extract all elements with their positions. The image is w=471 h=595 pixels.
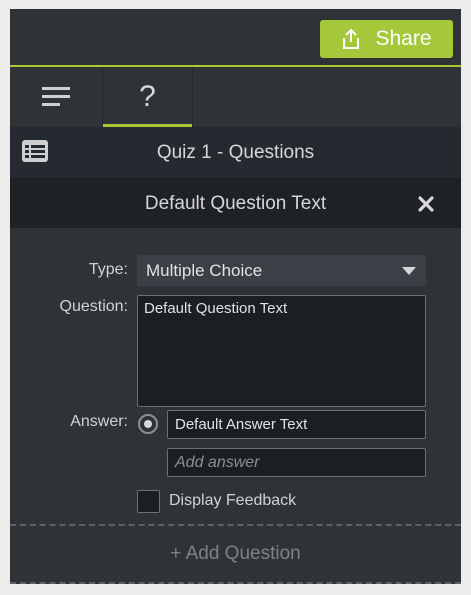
correct-answer-radio[interactable] bbox=[138, 414, 158, 434]
share-icon bbox=[343, 28, 360, 49]
question-textarea[interactable]: Default Question Text bbox=[137, 295, 426, 407]
question-header-title: Default Question Text bbox=[144, 193, 327, 214]
chevron-down-icon bbox=[402, 267, 416, 275]
add-question-label: + Add Question bbox=[170, 543, 301, 564]
top-toolbar: Share bbox=[10, 9, 461, 67]
quiz-header[interactable]: Quiz 1 - Questions bbox=[10, 127, 461, 179]
question-type-select[interactable]: Multiple Choice bbox=[137, 255, 426, 286]
quiz-panel: Share ? Quiz 1 - Questions Default Quest… bbox=[10, 9, 461, 584]
quiz-title: Quiz 1 - Questions bbox=[156, 142, 315, 163]
question-mark-icon: ? bbox=[139, 80, 156, 113]
share-label: Share bbox=[375, 27, 432, 50]
question-header: Default Question Text bbox=[10, 179, 461, 228]
display-feedback-checkbox[interactable] bbox=[137, 490, 160, 513]
answer-input[interactable]: Default Answer Text bbox=[167, 410, 426, 439]
add-answer-input[interactable]: Add answer bbox=[167, 448, 426, 477]
close-icon bbox=[418, 196, 434, 212]
share-button[interactable]: Share bbox=[320, 20, 453, 58]
radio-selected-dot bbox=[144, 420, 152, 428]
hamburger-menu-icon bbox=[42, 87, 70, 106]
tab-properties[interactable] bbox=[10, 67, 102, 127]
add-question-button[interactable]: + Add Question bbox=[10, 524, 461, 584]
type-select-value: Multiple Choice bbox=[146, 261, 263, 280]
display-feedback-label[interactable]: Display Feedback bbox=[169, 492, 296, 510]
question-label: Question: bbox=[59, 298, 128, 315]
panel-tabs: ? bbox=[10, 67, 461, 127]
close-question-button[interactable] bbox=[414, 192, 438, 216]
tab-quiz[interactable]: ? bbox=[102, 67, 193, 127]
answer-label: Answer: bbox=[70, 413, 128, 430]
type-label: Type: bbox=[88, 261, 128, 278]
question-form: Type: Multiple Choice Question: Default … bbox=[10, 228, 461, 524]
dashed-divider bbox=[10, 582, 461, 584]
